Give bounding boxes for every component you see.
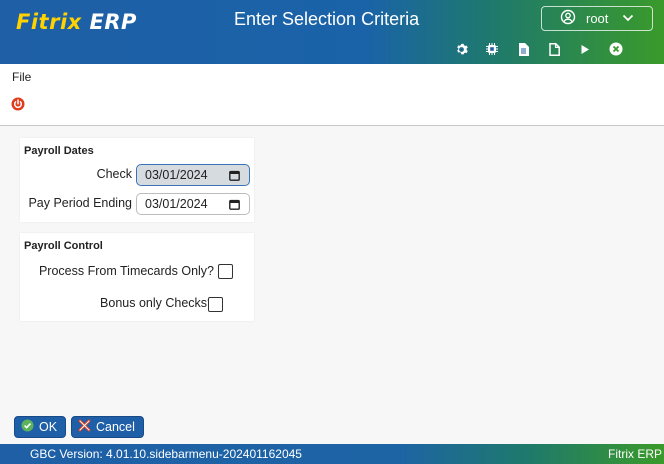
header-toolbar: [452, 40, 625, 58]
menu-bar: File: [0, 64, 664, 126]
logo-suffix: ERP: [89, 10, 137, 34]
blank-page-icon[interactable]: [545, 40, 563, 58]
check-date-input[interactable]: 03/01/2024: [136, 164, 250, 186]
calendar-icon[interactable]: [229, 170, 240, 181]
payroll-control-title: Payroll Control: [24, 240, 103, 252]
chip-icon[interactable]: [483, 40, 501, 58]
check-date-value: 03/01/2024: [145, 168, 208, 182]
gear-icon[interactable]: [452, 40, 470, 58]
play-icon[interactable]: [576, 40, 594, 58]
menu-file[interactable]: File: [12, 70, 31, 84]
cancel-label: Cancel: [96, 420, 135, 434]
cancel-button[interactable]: Cancel: [71, 416, 144, 438]
page-title: Enter Selection Criteria: [234, 9, 420, 29]
user-menu-button[interactable]: root: [541, 6, 653, 31]
payroll-dates-panel: Payroll Dates Check 03/01/2024 Pay Perio…: [20, 138, 254, 222]
status-bar: GBC Version: 4.01.10.sidebarmenu-2024011…: [0, 444, 664, 464]
pay-period-ending-value: 03/01/2024: [145, 197, 208, 211]
app-header: Fitrix ERP Enter Selection Criteria root: [0, 0, 664, 64]
close-circle-icon[interactable]: [607, 40, 625, 58]
payroll-dates-title: Payroll Dates: [24, 145, 94, 157]
calendar-icon[interactable]: [229, 199, 240, 210]
cancel-x-icon: [78, 419, 91, 435]
app-name-text: Fitrix ERP: [608, 447, 662, 461]
document-icon[interactable]: [514, 40, 532, 58]
timecards-only-label: Process From Timecards Only?: [38, 264, 214, 278]
app-logo: Fitrix ERP: [16, 10, 137, 34]
gbc-version-text: GBC Version: 4.01.10.sidebarmenu-2024011…: [30, 447, 302, 461]
user-circle-icon: [560, 9, 576, 28]
timecards-only-checkbox[interactable]: [218, 264, 233, 279]
check-icon: [21, 419, 34, 435]
check-label: Check: [96, 167, 132, 181]
user-name: root: [586, 11, 609, 26]
power-icon[interactable]: [11, 97, 25, 111]
bonus-only-checkbox[interactable]: [208, 297, 223, 312]
ok-label: OK: [39, 420, 58, 434]
pay-period-ending-label: Pay Period Ending: [28, 196, 132, 210]
ok-button[interactable]: OK: [14, 416, 66, 438]
bonus-only-label: Bonus only Checks?: [100, 296, 214, 310]
pay-period-ending-input[interactable]: 03/01/2024: [136, 193, 250, 215]
logo-main: Fitrix: [16, 10, 82, 34]
chevron-down-icon: [622, 12, 634, 26]
payroll-control-panel: Payroll Control Process From Timecards O…: [20, 233, 254, 321]
